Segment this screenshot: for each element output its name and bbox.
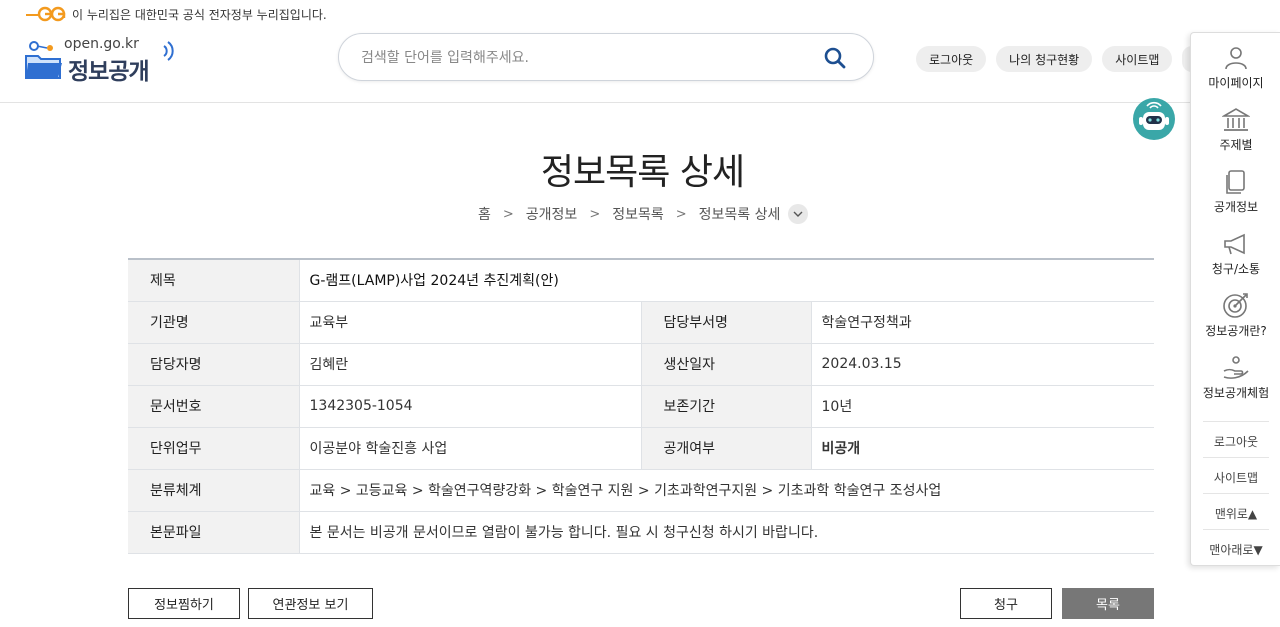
table-row: 본문파일 본 문서는 비공개 문서이므로 열람이 불가능 합니다. 필요 시 청… [128, 511, 1154, 554]
disclosure-status: 비공개 [810, 427, 1154, 470]
table-row: 단위업무 이공분야 학술진흥 사업 공개여부 비공개 [128, 427, 1154, 470]
table-row: 분류체계 교육 > 고등교육 > 학술연구역량강화 > 학술연구 지원 > 기초… [128, 469, 1154, 512]
retention-value: 10년 [810, 385, 1154, 428]
title-value: G-램프(LAMP)사업 2024년 추진계획(안) [298, 259, 1154, 302]
table-row: 담당자명 김혜란 생산일자 2024.03.15 [128, 343, 1154, 386]
quick-menu-experience[interactable]: 정보공개체험 [1191, 355, 1280, 401]
retention-label: 보존기간 [640, 385, 811, 428]
quick-menu: 마이페이지 주제별 공개정보 청구/소통 정보공개란? 정보공개체험 로그아웃 … [1190, 32, 1280, 566]
quick-menu-about[interactable]: 정보공개란? [1191, 291, 1280, 339]
table-row: 문서번호 1342305-1054 보존기간 10년 [128, 385, 1154, 428]
person-icon [1225, 47, 1247, 70]
chevron-right-icon: > [675, 206, 687, 222]
quick-menu-sitemap[interactable]: 사이트맵 [1191, 469, 1280, 486]
date-label: 생산일자 [640, 343, 811, 386]
chevron-right-icon: > [589, 206, 601, 222]
hand-icon [1223, 356, 1249, 379]
manager-label: 담당자명 [128, 343, 299, 386]
manager-value: 김혜란 [298, 343, 641, 386]
quick-menu-label: 공개정보 [1213, 200, 1259, 214]
quick-menu-label: 마이페이지 [1208, 76, 1264, 90]
scroll-bottom-button[interactable]: 맨아래로▼ [1191, 541, 1280, 558]
quick-menu-label: 청구/소통 [1211, 262, 1261, 276]
breadcrumb-current: 정보목록 상세 [698, 207, 781, 223]
info-detail-table: 제목 G-램프(LAMP)사업 2024년 추진계획(안) 기관명 교육부 담당… [128, 258, 1154, 554]
scroll-top-button[interactable]: 맨위로▲ [1191, 505, 1280, 522]
title-label: 제목 [128, 259, 299, 302]
agency-label: 기관명 [128, 301, 299, 344]
search-icon[interactable] [823, 46, 847, 70]
related-info-button[interactable]: 연관정보 보기 [248, 588, 373, 619]
quick-menu-label: 정보공개란? [1205, 324, 1267, 338]
breadcrumb-info-list[interactable]: 정보목록 [612, 204, 664, 224]
quick-menu-divider [1203, 529, 1269, 530]
table-row: 제목 G-램프(LAMP)사업 2024년 추진계획(안) [128, 259, 1154, 302]
request-button[interactable]: 청구 [960, 588, 1052, 619]
department-label: 담당부서명 [640, 301, 811, 344]
signal-icon [163, 41, 174, 61]
logo-domain: open.go.kr [64, 36, 139, 52]
search-box [338, 33, 874, 81]
quick-menu-divider [1203, 457, 1269, 458]
logo-title: 정보공개 [68, 59, 150, 85]
department-value: 학술연구정책과 [810, 301, 1154, 344]
list-button[interactable]: 목록 [1062, 588, 1154, 619]
quick-menu-mypage[interactable]: 마이페이지 [1191, 45, 1280, 91]
bookmark-button[interactable]: 정보찜하기 [128, 588, 240, 619]
breadcrumb: 홈 > 공개정보 > 정보목록 > 정보목록 상세 [478, 204, 809, 224]
logout-button[interactable]: 로그아웃 [916, 46, 987, 72]
category-value: 교육 > 고등교육 > 학술연구역량강화 > 학술연구 지원 > 기초과학연구지… [298, 469, 1154, 512]
breadcrumb-dropdown-button[interactable] [788, 204, 809, 224]
chevron-right-icon: > [502, 206, 514, 222]
search-input[interactable] [361, 46, 801, 70]
unit-task-value: 이공분야 학술진흥 사업 [298, 427, 641, 470]
date-value: 2024.03.15 [810, 343, 1154, 386]
quick-menu-label: 정보공개체험 [1202, 386, 1270, 400]
breadcrumb-home[interactable]: 홈 [478, 204, 491, 224]
table-row: 기관명 교육부 담당부서명 학술연구정책과 [128, 301, 1154, 344]
quick-menu-request[interactable]: 청구/소통 [1191, 231, 1280, 277]
folder-logo-icon [25, 41, 62, 79]
site-logo[interactable]: open.go.kr 정보공개 [24, 36, 184, 85]
quick-menu-divider [1203, 421, 1269, 422]
sitemap-button[interactable]: 사이트맵 [1102, 46, 1173, 72]
quick-menu-logout[interactable]: 로그아웃 [1191, 433, 1280, 450]
gov-banner-text: 이 누리집은 대한민국 공식 전자정부 누리집입니다. [72, 7, 327, 22]
breadcrumb-public-info[interactable]: 공개정보 [526, 204, 578, 224]
file-value: 본 문서는 비공개 문서이므로 열람이 불가능 합니다. 필요 시 청구신청 하… [298, 511, 1154, 554]
chatbot-icon[interactable] [1131, 97, 1177, 141]
doc-number-label: 문서번호 [128, 385, 299, 428]
quick-menu-divider [1203, 493, 1269, 494]
eg-logo-icon [26, 6, 66, 22]
target-icon [1223, 293, 1248, 318]
disclosure-label: 공개여부 [640, 427, 811, 470]
file-label: 본문파일 [128, 511, 299, 554]
my-requests-button[interactable]: 나의 청구현황 [996, 46, 1093, 72]
building-icon [1222, 108, 1250, 131]
gov-banner: 이 누리집은 대한민국 공식 전자정부 누리집입니다. [24, 5, 327, 23]
doc-number-value: 1342305-1054 [298, 385, 641, 428]
megaphone-icon [1224, 233, 1245, 255]
unit-task-label: 단위업무 [128, 427, 299, 470]
top-buttons: 로그아웃 나의 청구현황 사이트맵 [916, 46, 1193, 72]
header-divider [0, 102, 1190, 103]
chevron-down-icon [793, 211, 803, 217]
agency-value: 교육부 [298, 301, 641, 344]
page-title: 정보목록 상세 [540, 152, 745, 193]
category-label: 분류체계 [128, 469, 299, 512]
